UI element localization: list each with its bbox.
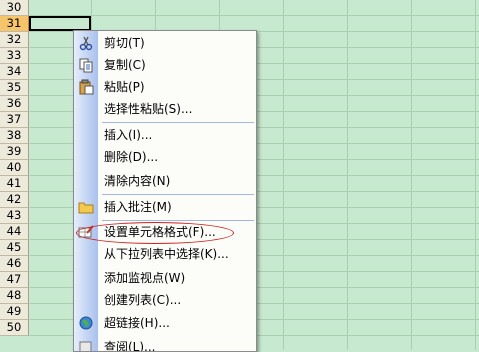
context-menu: 剪切(T) 复制(C) 粘贴(P) 选择性粘贴(S)... 插入(I)... 删… [73,30,257,352]
menu-item-format-cells[interactable]: 设置单元格格式(F)... [74,221,256,243]
menu-item-label: 创建列表(C)... [104,293,182,307]
row-header[interactable]: 46 [0,256,29,272]
menu-separator [102,122,254,123]
menu-item-label: 清除内容(N) [104,174,171,188]
row-header[interactable]: 50 [0,320,29,336]
menu-item-label: 从下拉列表中选择(K)... [104,247,229,261]
lookup-icon [78,339,94,351]
active-cell[interactable] [29,16,91,31]
menu-item-cut[interactable]: 剪切(T) [74,32,256,54]
row-header[interactable]: 36 [0,96,29,112]
menu-item-paste[interactable]: 粘贴(P) [74,76,256,98]
row-header[interactable]: 33 [0,48,29,64]
hyperlink-globe-icon [78,315,94,331]
comment-folder-icon [78,199,94,215]
menu-item-label: 设置单元格格式(F)... [104,225,216,239]
menu-item-insert-comment[interactable]: 插入批注(M) [74,196,256,218]
row-header[interactable]: 48 [0,288,29,304]
menu-item-label: 剪切(T) [104,36,145,50]
grid-row[interactable] [29,0,479,16]
menu-item-label: 粘贴(P) [104,80,145,94]
paste-icon [78,79,94,95]
menu-item-label: 插入批注(M) [104,200,172,214]
menu-item-paste-special[interactable]: 选择性粘贴(S)... [74,98,256,120]
row-header[interactable]: 37 [0,112,29,128]
row-header[interactable]: 39 [0,144,29,160]
row-header[interactable]: 40 [0,160,29,176]
menu-item-create-list[interactable]: 创建列表(C)... [74,289,256,311]
row-header[interactable]: 43 [0,208,29,224]
menu-item-add-watch[interactable]: 添加监视点(W) [74,267,256,289]
menu-item-delete[interactable]: 删除(D)... [74,146,256,168]
scissors-icon [78,35,94,51]
row-header[interactable]: 30 [0,0,29,16]
menu-item-clear-contents[interactable]: 清除内容(N) [74,170,256,192]
row-header[interactable]: 49 [0,304,29,320]
row-header[interactable]: 32 [0,32,29,48]
row-header-selected[interactable]: 31 [0,16,29,32]
row-header[interactable]: 42 [0,192,29,208]
menu-item-label: 插入(I)... [104,128,153,142]
menu-item-insert[interactable]: 插入(I)... [74,124,256,146]
menu-item-copy[interactable]: 复制(C) [74,54,256,76]
menu-item-label: 添加监视点(W) [104,271,186,285]
row-header[interactable]: 41 [0,176,29,192]
menu-item-hyperlink[interactable]: 超链接(H)... [74,312,256,334]
row-header[interactable]: 35 [0,80,29,96]
row-header[interactable]: 47 [0,272,29,288]
row-header[interactable]: 38 [0,128,29,144]
menu-item-pick-from-list[interactable]: 从下拉列表中选择(K)... [74,243,256,265]
format-cells-icon [78,224,94,240]
menu-item-label: 超链接(H)... [104,316,170,330]
menu-separator [102,194,254,195]
menu-item-label: 选择性粘贴(S)... [104,102,193,116]
menu-item-label: 删除(D)... [104,150,159,164]
copy-icon [78,57,94,73]
row-header[interactable]: 45 [0,240,29,256]
row-header[interactable]: 44 [0,224,29,240]
menu-item-label: 复制(C) [104,58,146,72]
row-header[interactable]: 34 [0,64,29,80]
